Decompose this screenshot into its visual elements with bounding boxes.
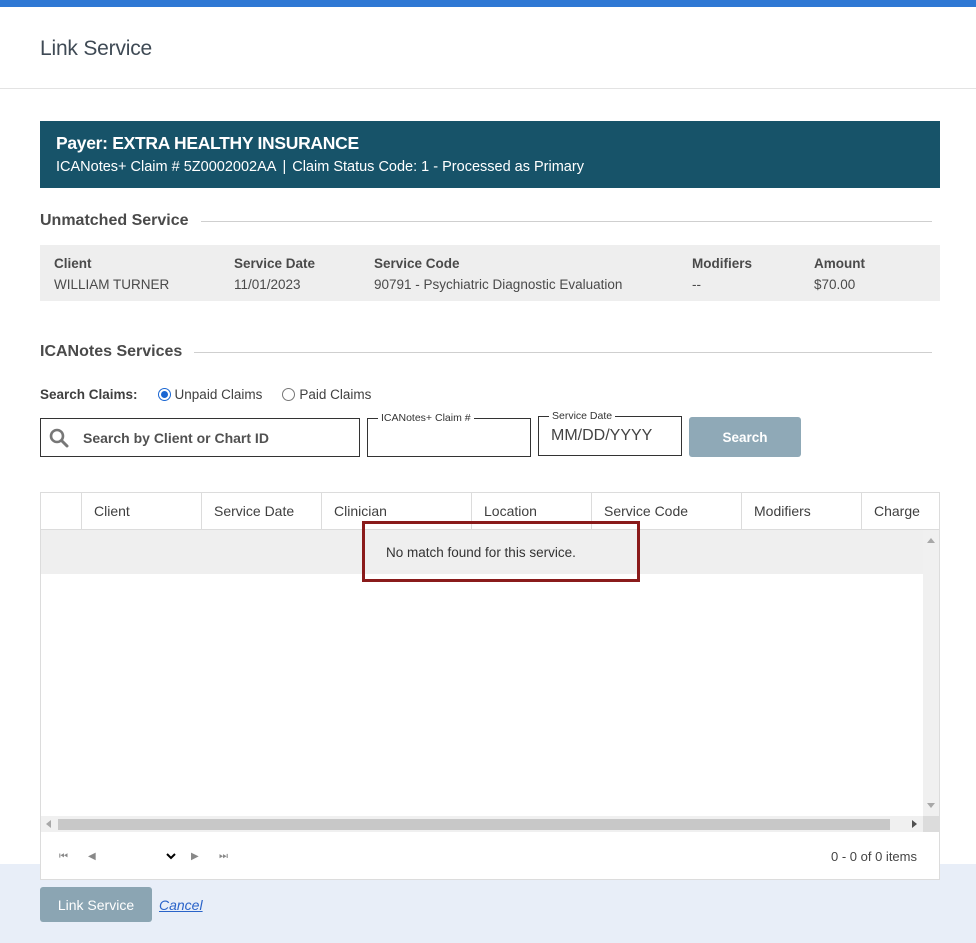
unmatched-service-date-value: 11/01/2023	[234, 277, 301, 292]
search-claims-label: Search Claims:	[40, 386, 138, 402]
scroll-up-arrow-icon[interactable]	[927, 538, 935, 543]
claim-separator: |	[282, 159, 287, 175]
previous-page-icon[interactable]: ◀	[88, 851, 96, 862]
section-divider	[200, 220, 932, 222]
payer-title: Payer: EXTRA HEALTHY INSURANCE	[56, 133, 359, 153]
grid-header-charge[interactable]: Charge	[861, 493, 939, 529]
scroll-left-arrow-icon[interactable]	[46, 820, 51, 828]
horizontal-scroll-thumb[interactable]	[58, 819, 890, 830]
scroll-right-arrow-icon[interactable]	[912, 820, 917, 828]
grid-header-service-date[interactable]: Service Date	[201, 493, 321, 529]
grid-body: No match found for this service.	[41, 521, 923, 816]
cancel-link[interactable]: Cancel	[159, 897, 203, 913]
claim-number-field[interactable]: ICANotes+ Claim #	[367, 411, 531, 457]
payer-claim-info: ICANotes+ Claim # 5Z0002002AA | Claim Stat…	[56, 156, 924, 178]
claim-number-input[interactable]	[380, 429, 498, 447]
unmatched-service-code: Service Code 90791 - Psychiatric Diagnos…	[374, 255, 622, 293]
unmatched-service-panel: Client WILLIAM TURNER Service Date 11/01…	[40, 245, 940, 301]
last-page-icon[interactable]: ⏭	[219, 851, 228, 862]
radio-unpaid-label: Unpaid Claims	[174, 386, 263, 402]
unmatched-service-code-value: 90791 - Psychiatric Diagnostic Evaluatio…	[374, 277, 623, 292]
radio-unpaid-claims[interactable]: Unpaid Claims	[157, 386, 263, 402]
search-button[interactable]: Search	[689, 417, 801, 457]
unmatched-amount: Amount $70.00	[814, 255, 865, 293]
payer-banner: Payer: EXTRA HEALTHY INSURANCE ICANotes+…	[40, 121, 940, 188]
unmatched-service-title: Unmatched Service	[40, 212, 189, 229]
unmatched-service-code-header: Service Code	[374, 256, 460, 271]
service-date-field[interactable]: Service Date	[538, 409, 682, 456]
grid-header-modifiers[interactable]: Modifiers	[741, 493, 861, 529]
unmatched-client-value: WILLIAM TURNER	[54, 277, 170, 292]
unmatched-modifiers-value: --	[692, 277, 701, 292]
unmatched-modifiers-header: Modifiers	[692, 256, 753, 271]
unmatched-client-header: Client	[54, 256, 92, 271]
unmatched-service-date-header: Service Date	[234, 256, 316, 271]
unmatched-service-heading: Unmatched Service	[40, 212, 932, 230]
unmatched-modifiers: Modifiers --	[692, 255, 752, 293]
unmatched-amount-value: $70.00	[814, 277, 856, 292]
unmatched-service-date: Service Date 11/01/2023	[234, 255, 315, 293]
client-search-input[interactable]	[83, 429, 323, 446]
scroll-down-arrow-icon[interactable]	[927, 803, 935, 808]
vertical-scrollbar[interactable]	[923, 530, 939, 816]
claim-number-legend: ICANotes+ Claim #	[378, 411, 474, 425]
radio-paid-indicator[interactable]	[282, 387, 296, 401]
unmatched-client: Client WILLIAM TURNER	[54, 255, 169, 293]
pager-info: 0 - 0 of 0 items	[831, 849, 917, 864]
grid-pager: ⏮ ◀ ▶ ⏭ 0 - 0 of 0 items	[41, 832, 939, 879]
first-page-icon[interactable]: ⏮	[59, 851, 68, 862]
page-select[interactable]	[109, 842, 179, 870]
grid-header-select[interactable]	[41, 493, 81, 529]
radio-unpaid-indicator[interactable]	[157, 387, 171, 401]
unmatched-amount-header: Amount	[814, 256, 865, 271]
search-icon	[49, 428, 69, 447]
claim-number: ICANotes+ Claim # 5Z0002002AA	[56, 159, 277, 175]
icanotes-services-title: ICANotes Services	[40, 343, 183, 360]
horizontal-scrollbar[interactable]	[41, 816, 923, 832]
search-claims-row: Search Claims: Unpaid Claims Paid Claims	[40, 385, 391, 403]
radio-paid-claims[interactable]: Paid Claims	[282, 387, 371, 402]
claim-status: Claim Status Code: 1 - Processed as Prim…	[292, 159, 584, 175]
highlight-box	[362, 521, 640, 582]
next-page-icon[interactable]: ▶	[191, 851, 199, 862]
client-search-box[interactable]	[40, 418, 360, 457]
link-service-button[interactable]: Link Service	[40, 887, 152, 922]
icanotes-services-heading: ICANotes Services	[40, 343, 932, 361]
top-accent-bar	[0, 0, 976, 7]
modal-header: Link Service	[0, 7, 976, 89]
section-divider	[194, 351, 932, 353]
grid-header-client[interactable]: Client	[81, 493, 201, 529]
service-date-input[interactable]	[551, 427, 669, 445]
scrollbar-corner	[923, 816, 939, 832]
radio-paid-label: Paid Claims	[299, 386, 372, 402]
modal-title: Link Service	[40, 37, 152, 60]
services-grid: Client Service Date Clinician Location S…	[40, 492, 940, 880]
service-date-legend: Service Date	[549, 409, 616, 423]
